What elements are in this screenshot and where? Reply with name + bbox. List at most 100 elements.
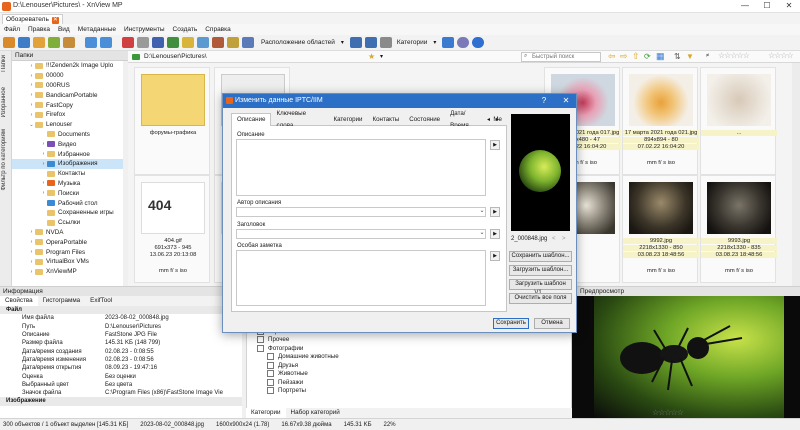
category-item[interactable]: Фотографии [247,344,571,353]
folder-tree-item[interactable]: Контакты [12,169,128,179]
info-row[interactable]: Дата/время создания 02.08.23 - 0:08:55 [0,347,242,355]
info-row[interactable]: Оценка Без оценки [0,372,242,380]
side-label-folders[interactable]: Папки [1,55,7,72]
folder-tree-item[interactable]: › Firefox [12,110,128,120]
next-image-button[interactable]: > [562,236,566,242]
info-row[interactable]: Дата/время изменения 02.08.23 - 0:08:56 [0,356,242,364]
path-input[interactable]: D:\Lenouser\Pictures\ [144,53,207,60]
folder-tree-item[interactable]: Ссылки [12,218,128,228]
tab-description[interactable]: Описание [231,112,272,127]
web-page-icon[interactable] [212,37,224,48]
preview-rating-icon[interactable]: ☆☆☆☆☆ [652,408,684,417]
folder-tree-item[interactable]: › !!!Zenden2k Image Uplo [12,61,128,71]
menu-edit[interactable]: Правка [28,24,50,35]
clear-all-fields-button[interactable]: Очистить все поля [509,293,572,304]
expand-arrow-icon[interactable]: › [40,141,47,147]
folder-tree-item[interactable]: › 00000 [12,71,128,81]
zoom-icon[interactable] [364,37,377,48]
tab-category-sets[interactable]: Набор категорий [286,408,345,418]
tab-status[interactable]: Состояние [404,114,445,126]
category-item[interactable]: Друзья [247,361,571,370]
batch-convert-icon[interactable] [152,37,164,48]
folder-tree-item[interactable]: Сохраненные игры [12,208,128,218]
headline-combobox[interactable] [236,229,486,239]
tab-exiftool[interactable]: ExifTool [85,296,117,306]
menu-create[interactable]: Создать [173,24,198,35]
thumbnail-item[interactable]: 404 404.gif 691x373 - 945 13.06.23 20:13… [134,175,210,283]
chevron-down-icon[interactable]: ⌄ [478,230,486,238]
dialog-close-button[interactable]: ✕ [559,94,573,108]
tab-scroll-left-icon[interactable]: ◂ [487,116,490,123]
info-group-file[interactable]: Файл [0,306,242,315]
expand-arrow-icon[interactable]: › [40,190,47,196]
expand-arrow-icon[interactable]: › [28,259,35,265]
menu-tools[interactable]: Инструменты [124,24,165,35]
dialog-help-button[interactable]: ? [537,94,551,108]
special-notes-expand-icon[interactable]: ▶ [490,251,500,261]
tab-close-icon[interactable]: ✕ [51,17,59,24]
category-item[interactable]: Прочее [247,336,571,345]
rating-stars-icon[interactable]: ☆☆☆☆ [768,51,794,60]
side-label-category-filter[interactable]: Фильтр по категориям [1,129,7,191]
expand-arrow-icon[interactable]: › [28,239,35,245]
folder-tree-item[interactable]: › 000RUS [12,81,128,91]
expand-arrow-icon[interactable]: › [40,151,47,157]
tag-icon[interactable]: ≠ [706,53,709,59]
folder-tree-item[interactable]: › VirtualBox VMs [12,257,128,267]
filter-icon[interactable]: ▼ [686,52,694,61]
category-checkbox[interactable] [267,361,274,369]
menu-metadata[interactable]: Метаданные [78,24,116,35]
info-row[interactable]: Описание FastStone JPG File [0,331,242,339]
print-icon[interactable] [137,37,149,48]
folder-tree-item[interactable]: › Поиски [12,188,128,198]
folder-tree-item[interactable]: Documents [12,130,128,140]
chevron-down-icon[interactable]: ▾ [380,53,383,60]
description-textarea[interactable] [236,139,486,196]
expand-arrow-icon[interactable]: › [28,102,35,108]
categories-icon[interactable] [379,37,392,48]
chevron-down-icon[interactable]: ▾ [433,39,436,46]
folder-tree-item[interactable]: Рабочий стол [12,198,128,208]
menu-file[interactable]: Файл [4,24,20,35]
forward-icon[interactable]: ⇨ [620,51,628,62]
thumbnail-item[interactable]: ... [700,67,777,175]
quick-search-input[interactable]: Быстрый поиск [521,52,601,62]
refresh-icon[interactable] [48,37,60,48]
star-icon[interactable]: ★ [368,52,375,61]
expand-arrow-icon[interactable]: ⌄ [28,122,35,128]
save-button[interactable]: Сохранить [493,318,529,329]
special-notes-textarea[interactable] [236,250,486,306]
category-checkbox[interactable] [267,387,274,395]
panorama-icon[interactable] [227,37,239,48]
up-icon[interactable]: ⇧ [632,51,640,62]
info-row[interactable]: Дата/время открытия 08.09.23 - 19:47:16 [0,364,242,372]
expand-arrow-icon[interactable]: › [28,73,35,79]
tab-browser[interactable]: Обозреватель ✕ [2,14,63,24]
folder-tree-item[interactable]: › BandicamPortable [12,90,128,100]
load-template-v1-button[interactable]: Загрузить шаблон V1... [509,279,572,296]
folder-tree-item[interactable]: › Изображения [12,158,128,169]
view-icon[interactable] [349,37,362,48]
back-icon[interactable]: ⇦ [608,51,616,62]
category-item[interactable]: Пейзажи [247,378,571,387]
menu-help[interactable]: Справка [205,24,231,35]
cancel-button[interactable]: Отмена [534,318,570,329]
expand-arrow-icon[interactable]: › [28,92,35,98]
description-expand-icon[interactable]: ▶ [490,140,500,150]
info-row[interactable]: Имя файла 2023-08-02_000848.jpg [0,314,242,322]
close-button[interactable]: ✕ [778,0,800,13]
category-item[interactable]: Животные [247,370,571,379]
expand-arrow-icon[interactable]: › [28,249,35,255]
tab-categories[interactable]: Категории [246,408,286,418]
maximize-button[interactable]: ☐ [756,0,778,13]
tab-histogram[interactable]: Гистограмма [38,296,86,306]
fullscreen-icon[interactable] [18,37,30,48]
expand-arrow-icon[interactable]: › [28,63,35,69]
thumbnail-item[interactable]: 17 марта 2021 года 021.jpg 894x894 - 80 … [622,67,699,175]
category-checkbox[interactable] [267,378,274,386]
delete-icon[interactable] [122,37,134,48]
rating-filter-icon[interactable]: ☆☆☆☆☆ [718,51,750,60]
rotate-left-icon[interactable] [85,37,97,48]
info-row[interactable]: Выбранный цвет Без цвета [0,381,242,389]
expand-arrow-icon[interactable]: › [40,161,47,167]
